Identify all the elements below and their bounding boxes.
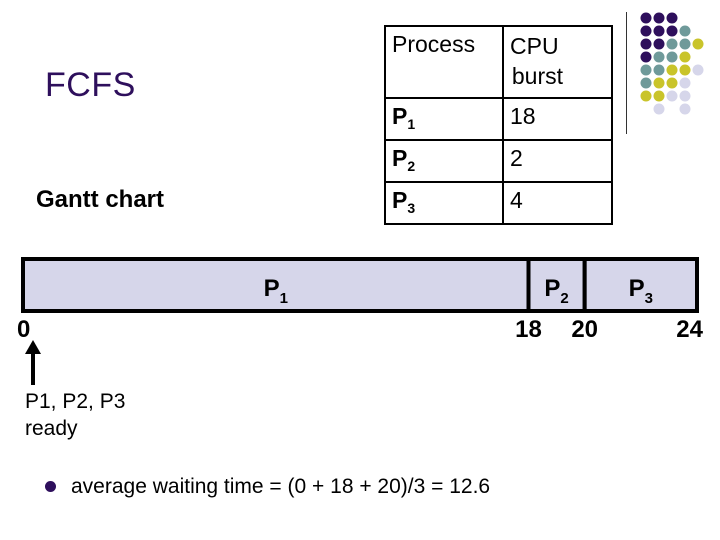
process-name: P1	[384, 97, 504, 141]
burst-value: 2	[502, 139, 613, 183]
decorative-dot-yellow	[666, 64, 678, 76]
decorative-dot-purple	[640, 38, 652, 50]
decorative-dot-yellow	[653, 90, 665, 102]
process-table: Process CPU burst P1 18 P2 2 P3 4	[384, 25, 613, 225]
ready-annotation-line: P1, P2, P3	[25, 390, 126, 413]
average-waiting-time: average waiting time = (0 + 18 + 20)/3 =…	[71, 475, 491, 498]
decorative-dot-purple	[653, 25, 665, 37]
decorative-dot-purple	[640, 51, 652, 63]
process-name: P3	[384, 181, 504, 225]
decorative-dot-purple	[653, 12, 665, 24]
gantt-tick-label: 20	[571, 316, 598, 343]
decorative-dot-teal	[666, 51, 678, 63]
process-letter: P	[392, 145, 408, 171]
header-process: Process	[384, 25, 504, 99]
process-letter: P	[392, 103, 408, 129]
gantt-tick-label: 18	[515, 316, 542, 343]
decorative-dot-teal	[679, 25, 691, 37]
gantt-chart: P1 P2 P30 18 20 24	[17, 257, 704, 343]
decorative-dot-purple	[640, 12, 652, 24]
decorative-dot-yellow	[679, 64, 691, 76]
gantt-tick-label: 24	[676, 316, 703, 343]
gantt-chart-heading: Gantt chart	[36, 186, 165, 213]
table-row: P3 4	[384, 181, 613, 225]
table-header-row: Process CPU burst	[384, 25, 613, 99]
decorative-dot-teal	[679, 38, 691, 50]
process-name: P2	[384, 139, 504, 183]
header-cpu: CPU	[510, 33, 559, 59]
decorative-dot-teal	[653, 51, 665, 63]
gantt-tick-label: 0	[17, 316, 30, 343]
decorative-dot-lavender	[679, 103, 691, 115]
table-row: P1 18	[384, 97, 613, 141]
decorative-dot-lavender	[679, 77, 691, 89]
process-index: 3	[407, 200, 416, 216]
decorative-dot-yellow	[666, 77, 678, 89]
decorative-dot-teal	[653, 64, 665, 76]
table-row: P2 2	[384, 139, 613, 183]
ready-annotation-line: ready	[25, 417, 78, 440]
decorative-dot-teal	[640, 64, 652, 76]
ready-annotation: P1, P2, P3 ready	[25, 388, 125, 442]
decorative-dot-lavender	[666, 90, 678, 102]
decorative-dot-purple	[653, 38, 665, 50]
decorative-dot-purple	[666, 25, 678, 37]
decorative-dot-teal	[640, 77, 652, 89]
process-index: 1	[407, 116, 416, 132]
decorative-dot-lavender	[679, 90, 691, 102]
burst-value: 18	[502, 97, 613, 141]
process-index: 2	[407, 158, 416, 174]
decorative-dot-yellow	[640, 90, 652, 102]
burst-value: 4	[502, 181, 613, 225]
decorative-dot-yellow	[679, 51, 691, 63]
decorative-dot-lavender	[692, 64, 704, 76]
header-cpu-burst: CPU burst	[502, 25, 613, 99]
bullet-icon	[45, 481, 56, 492]
decorative-dot-lavender	[653, 103, 665, 115]
decorative-dot-purple	[666, 12, 678, 24]
decorative-dot-yellow	[653, 77, 665, 89]
up-arrow-icon	[25, 340, 41, 385]
decorative-dot-purple	[640, 25, 652, 37]
decorative-dot-yellow	[692, 38, 704, 50]
header-burst: burst	[511, 63, 563, 89]
process-letter: P	[392, 187, 408, 213]
decorative-dot-teal	[666, 38, 678, 50]
